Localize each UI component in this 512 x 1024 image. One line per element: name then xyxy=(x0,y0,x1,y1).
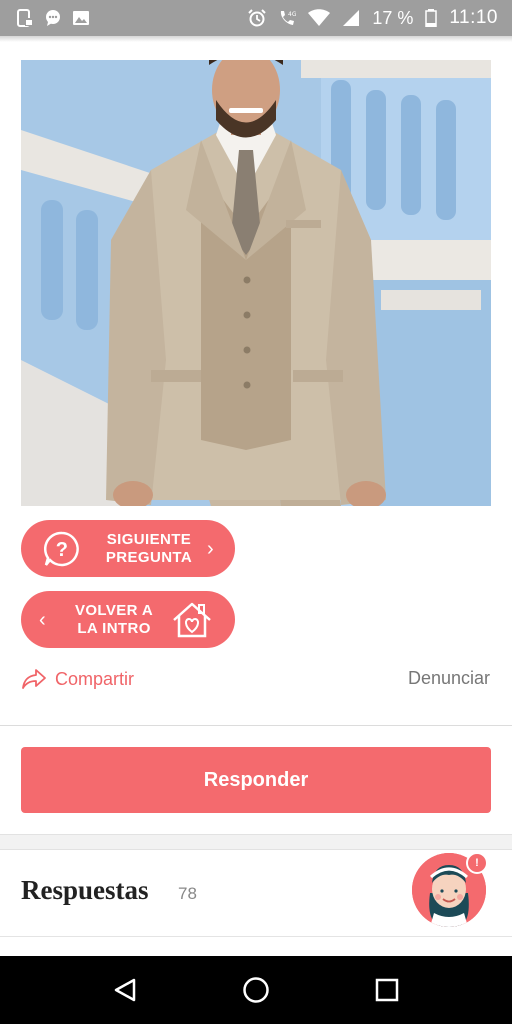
question-bubble-icon: ? xyxy=(43,531,79,566)
battery-percent: 17 % xyxy=(372,7,414,28)
back-to-intro-button[interactable]: ‹ VOLVER A LA INTRO xyxy=(21,591,235,648)
back-to-intro-label: VOLVER A LA INTRO xyxy=(74,601,154,637)
section-separator xyxy=(0,834,512,850)
status-left-icons xyxy=(16,9,90,27)
status-right-icons: 4G 17 % 11:10 xyxy=(248,7,498,29)
answers-count: 78 xyxy=(178,884,197,903)
clock: 11:10 xyxy=(449,7,498,28)
share-button[interactable]: Compartir xyxy=(21,668,134,690)
post-photo[interactable] xyxy=(21,60,491,506)
recents-nav-button[interactable] xyxy=(367,970,407,1010)
svg-text:4G: 4G xyxy=(288,11,296,18)
chevron-right-icon: › xyxy=(207,537,215,560)
back-nav-button[interactable] xyxy=(105,970,145,1010)
notification-badge: ! xyxy=(466,852,488,874)
header-shadow xyxy=(0,36,512,42)
home-circle-icon xyxy=(243,977,269,1003)
image-icon xyxy=(73,11,89,25)
next-question-button[interactable]: ? SIGUIENTE PREGUNTA › xyxy=(21,520,235,577)
share-arrow-icon xyxy=(22,669,46,689)
alarm-icon xyxy=(248,9,267,27)
next-question-label: SIGUIENTE PREGUNTA xyxy=(105,530,193,566)
bottom-divider xyxy=(0,936,512,956)
report-link[interactable]: Denunciar xyxy=(408,668,490,689)
chat-bubble-icon xyxy=(46,10,60,26)
suit-photo-illustration xyxy=(21,60,491,506)
wifi-icon xyxy=(308,9,331,26)
respond-button[interactable]: Responder xyxy=(21,747,491,813)
screenshot-icon xyxy=(17,9,33,27)
back-triangle-icon xyxy=(115,978,136,1002)
house-heart-icon xyxy=(173,602,211,637)
chevron-left-icon: ‹ xyxy=(39,608,47,631)
home-nav-button[interactable] xyxy=(236,970,276,1010)
divider xyxy=(0,725,512,726)
answers-title: Respuestas xyxy=(21,875,149,905)
system-nav-bar xyxy=(0,956,512,1024)
svg-text:?: ? xyxy=(56,539,69,561)
signal-icon xyxy=(343,10,360,26)
wifi-calling-icon: 4G xyxy=(281,11,296,25)
status-bar: 4G 17 % 11:10 xyxy=(0,0,512,36)
recents-square-icon xyxy=(375,978,398,1002)
share-label: Compartir xyxy=(55,668,135,689)
battery-icon xyxy=(425,9,438,27)
